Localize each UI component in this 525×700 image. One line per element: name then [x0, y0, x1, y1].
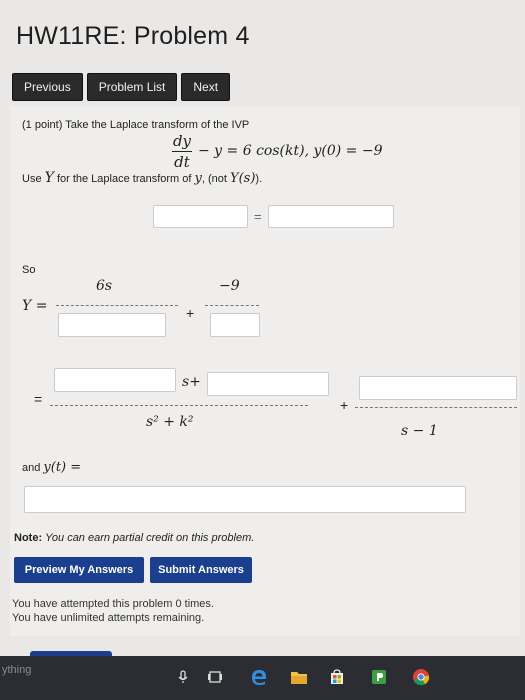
instruction-line: Use Y for the Laplace transform of y, (n… [22, 170, 262, 186]
plus-sign-2: + [340, 397, 349, 413]
problem-nav: Previous Problem List Next [12, 73, 231, 101]
numerator-coef-input[interactable] [54, 368, 176, 392]
file-explorer-icon[interactable] [290, 668, 308, 686]
rhs-transform-input[interactable] [268, 205, 394, 228]
denominator-input-2[interactable] [210, 313, 260, 337]
task-view-icon[interactable] [206, 668, 224, 686]
use-mid-text: for the Laplace transform of [56, 173, 192, 185]
denominator-s1: s − 1 [401, 423, 438, 439]
derivative-fraction: dy dt [172, 132, 192, 171]
preview-answers-button[interactable]: Preview My Answers [14, 557, 144, 583]
problem-statement: (1 point) Take the Laplace transform of … [22, 119, 250, 131]
use-text: Use [22, 173, 42, 185]
numerator-input-3[interactable] [359, 376, 517, 400]
fraction-bar-2 [205, 305, 259, 306]
so-label: So [22, 264, 36, 276]
numerator-const-input[interactable] [207, 372, 329, 396]
use-not-text: , (not [201, 173, 227, 185]
equals-sign: = [254, 209, 262, 224]
fraction-bar-4 [355, 407, 517, 408]
s-plus: s+ [182, 374, 201, 390]
partial-credit-note: Note: You can earn partial credit on thi… [14, 532, 254, 544]
equals-sign-2: = [34, 391, 43, 407]
lhs-transform-input[interactable] [153, 205, 248, 228]
edge-icon[interactable] [250, 668, 268, 686]
note-text: You can earn partial credit on this prob… [45, 532, 255, 544]
problem-list-button[interactable]: Problem List [86, 73, 178, 101]
and-line: and y(t) = [22, 460, 81, 475]
plus-sign-1: + [186, 305, 195, 321]
Ys-symbol: Y(s) [230, 171, 256, 186]
fraction-numerator: dy [172, 132, 192, 150]
remaining-message: You have unlimited attempts remaining. [12, 612, 205, 624]
taskbar-search[interactable]: ything [2, 664, 31, 676]
chrome-icon[interactable] [412, 668, 430, 686]
fraction-bar-1 [56, 305, 178, 306]
yt-input[interactable] [24, 486, 466, 513]
app-icon[interactable] [370, 668, 388, 686]
note-label: Note: [14, 532, 43, 544]
and-text: and [22, 462, 41, 474]
denominator-input-1[interactable] [58, 313, 166, 337]
store-icon[interactable] [328, 668, 346, 686]
Y-symbol: Y [44, 170, 54, 186]
yt-equals: y(t) = [43, 460, 82, 475]
ivp-equation: − y = 6 cos(kt), y(0) = −9 [198, 143, 383, 159]
use-end-text: ). [255, 173, 263, 185]
numerator-6s: 6s [96, 278, 113, 294]
next-button[interactable]: Next [181, 73, 231, 101]
y-symbol: y [194, 171, 202, 186]
attempts-message: You have attempted this problem 0 times. [12, 598, 214, 610]
page-title: HW11RE: Problem 4 [16, 22, 250, 50]
submit-answers-button[interactable]: Submit Answers [150, 557, 252, 583]
fraction-bar-3 [50, 405, 308, 406]
mic-icon[interactable] [174, 668, 192, 686]
denominator-s2k2: s² + k² [146, 414, 194, 430]
previous-button[interactable]: Previous [12, 73, 83, 101]
fraction-denominator: dt [174, 153, 190, 171]
numerator-neg9: −9 [219, 278, 240, 294]
Y-equals: Y = [22, 298, 48, 314]
